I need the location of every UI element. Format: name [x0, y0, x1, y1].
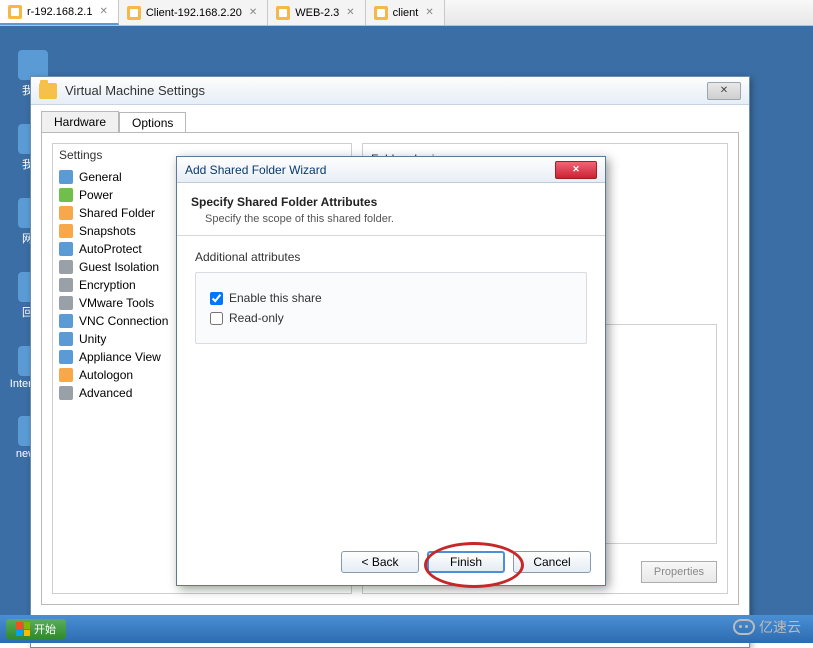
close-icon[interactable]: ✕ — [97, 6, 109, 17]
settings-item-icon — [59, 224, 73, 238]
settings-item-icon — [59, 188, 73, 202]
settings-item-label: Snapshots — [79, 224, 136, 238]
settings-item-icon — [59, 368, 73, 382]
wizard-button-row: < Back Finish Cancel — [341, 551, 591, 573]
cancel-button[interactable]: Cancel — [513, 551, 591, 573]
enable-share-label: Enable this share — [229, 291, 322, 305]
readonly-checkbox[interactable] — [210, 312, 223, 325]
settings-item-label: Autologon — [79, 368, 133, 382]
enable-share-row[interactable]: Enable this share — [210, 291, 572, 305]
vm-icon — [374, 6, 388, 20]
wizard-body: Additional attributes Enable this share … — [177, 236, 605, 358]
settings-item-icon — [59, 386, 73, 400]
readonly-label: Read-only — [229, 311, 284, 325]
app-tab-2[interactable]: WEB-2.3 ✕ — [268, 0, 365, 25]
windows-icon — [16, 622, 30, 636]
settings-item-icon — [59, 242, 73, 256]
settings-item-icon — [59, 350, 73, 364]
wizard-close-button[interactable]: ✕ — [555, 161, 597, 179]
tab-label: r-192.168.2.1 — [27, 6, 92, 18]
settings-item-icon — [59, 314, 73, 328]
settings-item-label: AutoProtect — [79, 242, 142, 256]
guest-taskbar: 开始 — [0, 615, 813, 643]
close-icon[interactable]: ✕ — [247, 7, 259, 18]
tab-options[interactable]: Options — [119, 112, 186, 133]
vm-icon — [8, 5, 22, 19]
settings-item-icon — [59, 332, 73, 346]
watermark-icon — [733, 619, 755, 635]
settings-item-label: Appliance View — [79, 350, 161, 364]
folder-icon — [39, 83, 57, 99]
settings-item-label: VNC Connection — [79, 314, 168, 328]
tab-label: WEB-2.3 — [295, 7, 339, 19]
settings-item-label: Unity — [79, 332, 106, 346]
settings-item-label: Advanced — [79, 386, 132, 400]
wizard-header: Specify Shared Folder Attributes Specify… — [177, 183, 605, 236]
settings-item-label: Shared Folder — [79, 206, 155, 220]
start-label: 开始 — [34, 621, 56, 637]
window-titlebar[interactable]: Virtual Machine Settings ✕ — [31, 77, 749, 105]
app-tab-1[interactable]: Client-192.168.2.20 ✕ — [119, 0, 268, 25]
settings-item-icon — [59, 206, 73, 220]
app-tab-0[interactable]: r-192.168.2.1 ✕ — [0, 0, 119, 25]
wizard-head-subtitle: Specify the scope of this shared folder. — [205, 213, 591, 225]
shared-folder-wizard: Add Shared Folder Wizard ✕ Specify Share… — [176, 156, 606, 586]
close-icon[interactable]: ✕ — [423, 7, 435, 18]
settings-item-icon — [59, 296, 73, 310]
wizard-head-title: Specify Shared Folder Attributes — [191, 195, 377, 209]
start-button[interactable]: 开始 — [6, 619, 66, 639]
wizard-titlebar[interactable]: Add Shared Folder Wizard ✕ — [177, 157, 605, 183]
tab-label: Client-192.168.2.20 — [146, 7, 242, 19]
app-tab-3[interactable]: client ✕ — [366, 0, 445, 25]
wizard-title: Add Shared Folder Wizard — [185, 163, 326, 177]
window-title: Virtual Machine Settings — [65, 83, 205, 98]
settings-tabs: Hardware Options — [41, 111, 739, 132]
settings-item-label: VMware Tools — [79, 296, 154, 310]
settings-item-label: Power — [79, 188, 113, 202]
settings-item-label: Encryption — [79, 278, 136, 292]
settings-item-label: Guest Isolation — [79, 260, 159, 274]
back-button[interactable]: < Back — [341, 551, 419, 573]
vm-icon — [276, 6, 290, 20]
watermark: 亿速云 — [733, 617, 801, 637]
finish-button[interactable]: Finish — [427, 551, 505, 573]
settings-item-icon — [59, 170, 73, 184]
tab-hardware[interactable]: Hardware — [41, 111, 119, 132]
settings-item-icon — [59, 260, 73, 274]
properties-button[interactable]: Properties — [641, 561, 717, 583]
group-label: Additional attributes — [195, 250, 587, 264]
tab-label: client — [393, 7, 419, 19]
close-icon[interactable]: ✕ — [344, 7, 356, 18]
settings-item-icon — [59, 278, 73, 292]
enable-share-checkbox[interactable] — [210, 292, 223, 305]
settings-item-label: General — [79, 170, 122, 184]
guest-desktop: 我的 我的 网上 回收 Inter Expl newsid Virtual Ma… — [0, 26, 813, 643]
app-tab-bar: r-192.168.2.1 ✕ Client-192.168.2.20 ✕ WE… — [0, 0, 813, 26]
window-close-button[interactable]: ✕ — [707, 82, 741, 100]
readonly-row[interactable]: Read-only — [210, 311, 572, 325]
vm-icon — [127, 6, 141, 20]
attributes-group: Enable this share Read-only — [195, 272, 587, 344]
